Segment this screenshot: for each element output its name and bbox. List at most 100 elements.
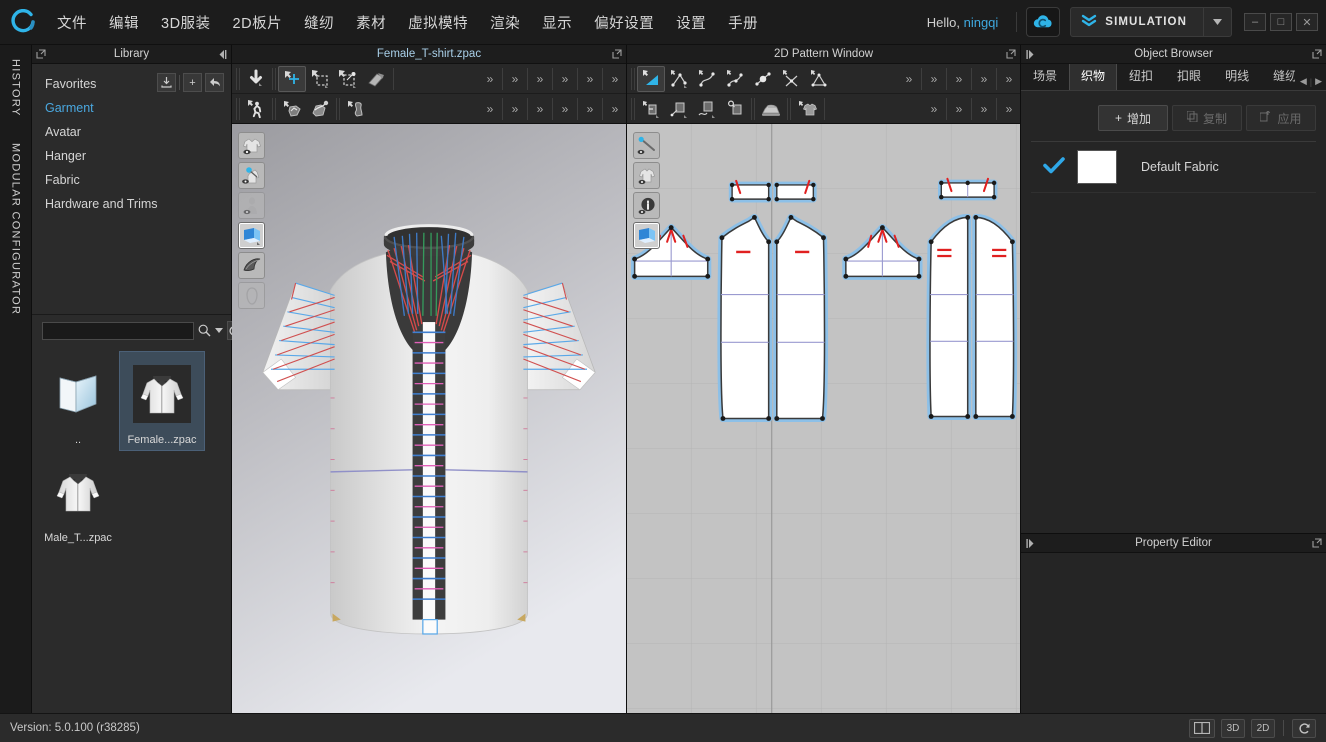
menu-render[interactable]: 渲染 — [479, 6, 531, 39]
tool-point-to-point[interactable] — [749, 66, 777, 92]
menu-sewing[interactable]: 缝纫 — [293, 6, 345, 39]
undock-icon[interactable] — [608, 49, 626, 59]
ob-add-button[interactable]: + 增加 — [1098, 105, 1168, 131]
list-item[interactable]: Default Fabric — [1031, 142, 1316, 193]
ob-tab-button[interactable]: 纽扣 — [1117, 61, 1165, 90]
toolbar-overflow-chevron[interactable]: » — [531, 96, 549, 122]
menu-preferences[interactable]: 偏好设置 — [583, 6, 665, 39]
view2d-show-info[interactable] — [633, 192, 660, 219]
toolbar-overflow-chevron[interactable]: » — [950, 96, 968, 122]
library-item-hanger[interactable]: Hanger — [32, 144, 231, 168]
view2d-show-pattern[interactable] — [633, 162, 660, 189]
toolbar-overflow-chevron[interactable]: » — [481, 96, 499, 122]
view2d-show-fabric[interactable] — [633, 222, 660, 249]
tool-polyline[interactable] — [805, 66, 833, 92]
tool-add-point[interactable] — [721, 66, 749, 92]
toolbar-overflow-chevron[interactable]: » — [1000, 66, 1018, 92]
sb-split-view-button[interactable] — [1189, 719, 1215, 738]
view-show-stitch[interactable] — [238, 162, 265, 189]
view2d-show-sewing[interactable] — [633, 132, 660, 159]
toolbar-overflow-chevron[interactable]: » — [606, 66, 624, 92]
ob-tab-buttonhole[interactable]: 扣眼 — [1165, 61, 1213, 90]
menu-avatar[interactable]: 虚拟模特 — [397, 6, 479, 39]
tool-segment[interactable] — [777, 66, 805, 92]
library-item-avatar[interactable]: Avatar — [32, 120, 231, 144]
window-close-button[interactable]: ✕ — [1296, 13, 1318, 31]
collapse-left-icon[interactable] — [213, 50, 231, 59]
toolbar-overflow-chevron[interactable]: » — [606, 96, 624, 122]
menu-display[interactable]: 显示 — [531, 6, 583, 39]
toolbar-overflow-chevron[interactable]: » — [900, 66, 918, 92]
simulation-dropdown[interactable]: SIMULATION — [1070, 7, 1232, 37]
canvas-2d[interactable] — [627, 124, 1020, 713]
toolbar-overflow-chevron[interactable]: » — [1000, 96, 1018, 122]
user-name[interactable]: ningqi — [964, 15, 999, 30]
tool-edit-curvature[interactable] — [665, 66, 693, 92]
tab-scroll-right-icon[interactable]: ▶ — [1315, 76, 1322, 87]
menu-material[interactable]: 素材 — [345, 6, 397, 39]
tab-scroll-left-icon[interactable]: ◀ — [1300, 76, 1307, 87]
tool-segment-sew[interactable] — [637, 96, 665, 122]
menu-settings[interactable]: 设置 — [665, 6, 717, 39]
tool-trim[interactable] — [306, 96, 334, 122]
checkmark-icon[interactable] — [1031, 157, 1077, 177]
view-show-avatar[interactable] — [238, 192, 265, 219]
collapse-right-icon[interactable] — [1021, 50, 1039, 59]
window-maximize-button[interactable]: □ — [1270, 13, 1292, 31]
ob-tab-scene[interactable]: 场景 — [1021, 61, 1069, 90]
tool-select-mesh[interactable] — [334, 66, 362, 92]
toolbar-overflow-chevron[interactable]: » — [950, 66, 968, 92]
ob-apply-button[interactable]: 应用 — [1246, 105, 1316, 131]
tool-mn-sew[interactable] — [693, 96, 721, 122]
view-avatar-head[interactable] — [238, 282, 265, 309]
ob-tab-topstitch[interactable]: 明线 — [1213, 61, 1261, 90]
undock-icon[interactable] — [1002, 49, 1020, 59]
list-item[interactable]: .. — [36, 352, 120, 450]
collapse-right-icon[interactable] — [1021, 539, 1039, 548]
toolbar-overflow-chevron[interactable]: » — [975, 96, 993, 122]
ob-tab-fabric[interactable]: 织物 — [1069, 61, 1117, 90]
toolbar-overflow-chevron[interactable]: » — [556, 96, 574, 122]
tool-fabric-press[interactable] — [757, 96, 785, 122]
toolbar-overflow-chevron[interactable]: » — [531, 66, 549, 92]
library-add-button[interactable]: + — [183, 73, 202, 92]
sb-3d-button[interactable]: 3D — [1221, 719, 1245, 738]
menu-edit[interactable]: 编辑 — [98, 6, 150, 39]
toolbar-overflow-chevron[interactable]: » — [581, 66, 599, 92]
undock-icon[interactable] — [1308, 538, 1326, 548]
toolbar-overflow-chevron[interactable]: » — [975, 66, 993, 92]
tool-fold-arrange[interactable] — [342, 96, 370, 122]
sb-refresh-button[interactable] — [1292, 719, 1316, 738]
tool-avatar-motion[interactable] — [242, 96, 270, 122]
view-fabric-swatch[interactable] — [238, 252, 265, 279]
undock-icon[interactable] — [1308, 49, 1326, 59]
toolbar-overflow-chevron[interactable]: » — [481, 66, 499, 92]
menu-3d-garment[interactable]: 3D服装 — [150, 6, 222, 39]
toolbar-overflow-chevron[interactable]: » — [506, 96, 524, 122]
search-input[interactable] — [42, 322, 194, 340]
library-back-button[interactable] — [205, 73, 224, 92]
canvas-3d[interactable] — [232, 124, 626, 713]
tool-check-sew[interactable] — [721, 96, 749, 122]
menu-manual[interactable]: 手册 — [717, 6, 769, 39]
tool-free-sew[interactable] — [665, 96, 693, 122]
sb-2d-button[interactable]: 2D — [1251, 719, 1275, 738]
menu-file[interactable]: 文件 — [46, 6, 98, 39]
vtab-history[interactable]: HISTORY — [8, 53, 24, 123]
toolbar-overflow-chevron[interactable]: » — [581, 96, 599, 122]
window-minimize-button[interactable]: – — [1244, 13, 1266, 31]
search-icon[interactable] — [198, 322, 211, 340]
tool-select-mesh-box[interactable] — [306, 66, 334, 92]
list-item[interactable]: Male_T...zpac — [36, 450, 120, 548]
cloud-icon[interactable] — [1026, 7, 1060, 37]
library-item-garment[interactable]: Garment — [32, 96, 231, 120]
library-item-fabric[interactable]: Fabric — [32, 168, 231, 192]
ob-copy-button[interactable]: 复制 — [1172, 105, 1242, 131]
library-item-hardware-trims[interactable]: Hardware and Trims — [32, 192, 231, 216]
caret-down-icon[interactable] — [215, 322, 223, 340]
tool-edit-curve-point[interactable] — [693, 66, 721, 92]
view-show-fabric[interactable] — [238, 222, 265, 249]
toolbar-overflow-chevron[interactable]: » — [925, 96, 943, 122]
fabric-swatch[interactable] — [1077, 150, 1117, 184]
library-download-button[interactable] — [157, 73, 176, 92]
